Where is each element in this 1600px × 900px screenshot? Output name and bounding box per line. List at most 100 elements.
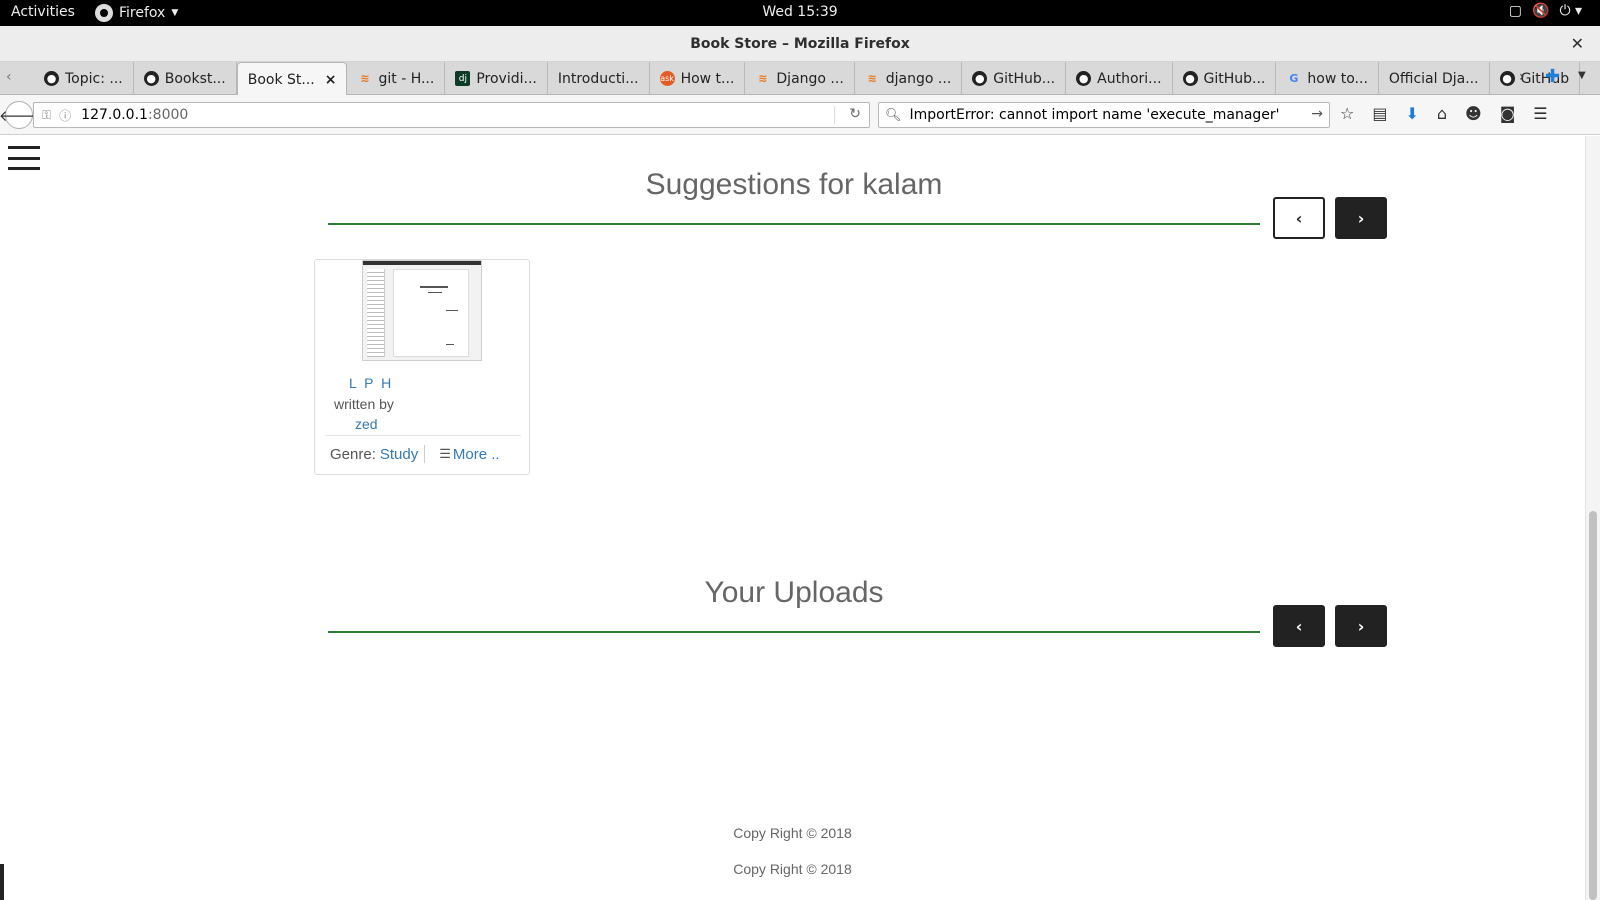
uploads-next-button[interactable]: › — [1335, 605, 1387, 647]
volume-icon[interactable]: 🔇 — [1532, 3, 1549, 19]
url-divider — [834, 106, 835, 124]
bookmark-star-icon[interactable]: ☆ — [1340, 104, 1354, 123]
tab-0[interactable]: ● Topic: ... — [34, 62, 134, 95]
tab-scroll-left-icon[interactable]: ‹ — [6, 69, 12, 85]
search-bar[interactable]: 🔍︎ ImportError: cannot import name 'exec… — [878, 102, 1330, 128]
tab-12[interactable]: Ghow to... — [1276, 62, 1379, 95]
firefox-icon — [95, 4, 113, 22]
github-favicon-icon: ● — [44, 71, 59, 86]
tab-label: Authori... — [1097, 70, 1162, 87]
tab-1[interactable]: ● Bookst... — [134, 62, 237, 95]
genre-link[interactable]: Study — [380, 446, 418, 463]
url-bar[interactable]: ⚿ ⓘ 127.0.0.1:8000 ↻ — [33, 102, 870, 128]
home-icon[interactable]: ⌂ — [1437, 104, 1447, 123]
book-cover-thumbnail[interactable] — [362, 260, 482, 361]
url-text[interactable]: 127.0.0.1:8000 — [81, 107, 188, 123]
close-window-icon[interactable]: ✕ — [1571, 34, 1584, 53]
url-port: :8000 — [147, 107, 189, 123]
uploads-heading: Your Uploads — [704, 576, 884, 609]
suggestions-divider — [328, 223, 1260, 225]
key-icon[interactable]: ⚿ — [42, 108, 51, 123]
tab-strip: ‹ ● Topic: ... ● Bookst... Book St... × ≋ git -… — [0, 62, 1600, 96]
tab-label: Bookst... — [164, 70, 226, 87]
github-favicon-icon: ● — [972, 71, 988, 86]
stackoverflow-favicon-icon: ≋ — [360, 72, 370, 85]
suggestions-next-button[interactable]: › — [1335, 197, 1387, 239]
window-titlebar: Book Store – Mozilla Firefox ✕ — [0, 26, 1600, 62]
github-favicon-icon: ● — [1182, 71, 1198, 86]
book-title-link[interactable]: L P H — [349, 375, 393, 391]
search-input[interactable]: ImportError: cannot import name 'execute… — [910, 107, 1280, 123]
stackoverflow-favicon-icon: ≋ — [758, 72, 768, 85]
tab-7[interactable]: ≋ Django ... — [745, 62, 855, 95]
page-scrollbar[interactable] — [1585, 136, 1600, 900]
list-all-tabs-icon[interactable]: ▼ — [1578, 70, 1586, 81]
tab-8[interactable]: ≋ django ... — [855, 62, 963, 95]
tab-2[interactable]: Book St... × — [236, 62, 348, 96]
card-divider — [325, 435, 521, 436]
tab-label: GitHub... — [993, 70, 1056, 87]
left-edge-bar — [0, 864, 4, 900]
clock[interactable]: Wed 15:39 — [762, 4, 837, 20]
nav-toolbar: 🡐 ⚿ ⓘ 127.0.0.1:8000 ↻ 🔍︎ ImportError: c… — [0, 95, 1600, 135]
more-link[interactable]: ☰ More .. — [439, 446, 499, 463]
tab-label: django ... — [885, 70, 952, 87]
tab-label: How t... — [680, 70, 735, 87]
written-by-label: written by — [334, 396, 394, 412]
tabs-container: ● Topic: ... ● Bookst... Book St... × ≋ git - H… — [34, 62, 1581, 96]
reload-icon[interactable]: ↻ — [849, 106, 861, 122]
tab-4[interactable]: dj Providi... — [445, 62, 548, 95]
tab-11[interactable]: ● GitHub... — [1173, 62, 1277, 95]
download-icon[interactable]: ⬇ — [1405, 104, 1418, 123]
tab-scroll-right-icon[interactable]: › — [1519, 69, 1525, 85]
toolbar-icons: ☆ ▤ ⬇ ⌂ ☻ ◙ ☰ — [1340, 104, 1548, 123]
tab-label: Providi... — [476, 70, 537, 87]
tab-label: GitHub... — [1203, 70, 1266, 87]
list-icon: ☰ — [439, 446, 451, 461]
hamburger-line-icon — [8, 146, 40, 149]
page-content: Suggestions for kalam ‹ › L P H written … — [0, 136, 1585, 900]
uploads-divider — [328, 631, 1260, 633]
tab-6[interactable]: ask How t... — [650, 62, 746, 95]
tab-9[interactable]: ● GitHub... — [962, 62, 1067, 95]
menu-icon[interactable]: ☰ — [1533, 104, 1547, 123]
tab-3[interactable]: ≋ git - H... — [347, 62, 446, 95]
back-button[interactable]: 🡐 — [0, 101, 39, 129]
tab-label: Django ... — [776, 70, 844, 87]
chevron-right-icon: › — [1357, 208, 1365, 228]
close-tab-icon[interactable]: × — [325, 72, 337, 88]
window-title: Book Store – Mozilla Firefox — [690, 36, 910, 52]
uploads-prev-button[interactable]: ‹ — [1273, 605, 1325, 647]
reading-list-icon[interactable]: ▤ — [1372, 104, 1387, 123]
scrollbar-thumb[interactable] — [1589, 511, 1597, 900]
tab-label: how to... — [1307, 70, 1368, 87]
footer-copyright-duplicate: Copy Right © 2018 — [733, 861, 852, 877]
chat-icon[interactable]: ☻ — [1465, 104, 1482, 123]
tab-label: Book St... — [247, 71, 315, 88]
window-icon[interactable]: ▢ — [1509, 3, 1522, 19]
suggestions-prev-button[interactable]: ‹ — [1273, 197, 1325, 239]
hamburger-line-icon — [8, 167, 40, 170]
url-host: 127.0.0.1 — [81, 107, 148, 123]
tab-13[interactable]: Official Dja... — [1379, 62, 1490, 95]
github-favicon-icon: ● — [143, 71, 159, 86]
app-menu[interactable]: Firefox ▼ — [95, 4, 178, 22]
tab-label: git - H... — [378, 70, 435, 87]
tab-label: Introducti... — [557, 70, 639, 87]
book-author-link[interactable]: zed — [355, 416, 378, 432]
system-tray[interactable]: ▢ 🔇 ⏻ ▾ — [1509, 3, 1582, 19]
card-footer: Genre: Study ☰ More .. — [330, 445, 500, 463]
new-tab-icon[interactable]: ✚ — [1545, 66, 1560, 87]
tab-5[interactable]: Introducti... — [548, 62, 650, 95]
info-icon[interactable]: ⓘ — [59, 107, 71, 124]
pocket-icon[interactable]: ◙ — [1500, 104, 1516, 123]
power-icon[interactable]: ⏻ ▾ — [1559, 3, 1582, 19]
tab-10[interactable]: ● Authori... — [1066, 62, 1173, 95]
search-go-icon[interactable]: → — [1311, 106, 1323, 122]
tab-14[interactable]: ● GitHub — [1490, 62, 1581, 95]
suggestions-heading: Suggestions for kalam — [645, 168, 943, 201]
footer-separator — [424, 445, 426, 463]
activities-button[interactable]: Activities — [11, 4, 75, 20]
side-menu-toggle[interactable] — [8, 146, 40, 170]
footer-copyright: Copy Right © 2018 — [733, 825, 852, 841]
